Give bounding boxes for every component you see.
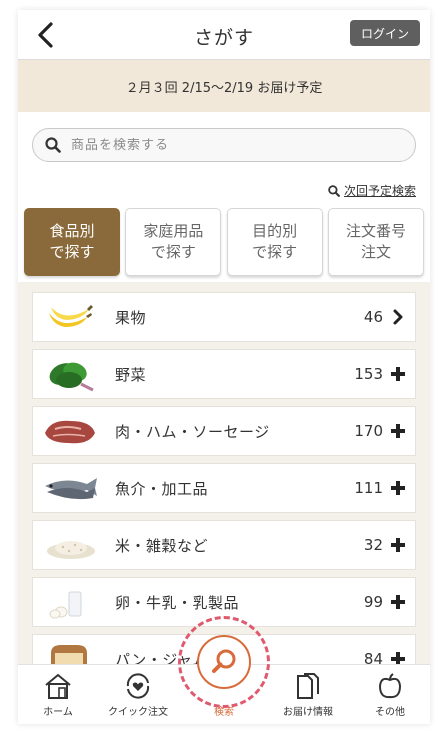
plus-icon [389, 422, 407, 440]
category-count: 99 [363, 593, 383, 611]
tab-other[interactable]: その他 [350, 665, 430, 724]
category-name: 肉・ハム・ソーセージ [115, 422, 270, 441]
search-fab-button[interactable] [178, 616, 270, 708]
tab-label: お届け情報 [283, 707, 333, 718]
category-row-seafood[interactable]: 魚介・加工品 111 [32, 463, 416, 513]
search-mode-tabs: 食品別 で探す 家庭用品 で探す 目的別 で探す 注文番号 注文 [24, 208, 424, 278]
tab-food[interactable]: 食品別 で探す [24, 208, 120, 276]
category-count: 111 [354, 479, 383, 497]
banana-icon [41, 297, 99, 337]
milk-egg-icon [41, 582, 99, 622]
tab-label-line2: で探す [150, 243, 196, 261]
category-name: 魚介・加工品 [115, 479, 209, 498]
tab-label-line1: 注文番号 [345, 222, 406, 240]
tab-delivery-info[interactable]: お届け情報 [268, 665, 348, 724]
tab-label-line1: 家庭用品 [143, 222, 204, 240]
home-icon [41, 671, 75, 701]
search-icon [45, 137, 61, 153]
plus-icon [389, 593, 407, 611]
plus-icon [389, 536, 407, 554]
category-count: 170 [354, 422, 383, 440]
next-schedule-search-label: 次回予定検索 [343, 184, 416, 198]
search-section: 次回予定検索 食品別 で探す 家庭用品 で探す 目的別 で探す 注文番号 注文 [18, 112, 430, 282]
tab-label: ホーム [43, 707, 73, 718]
category-name: 野菜 [115, 365, 147, 384]
next-schedule-search-link[interactable]: 次回予定検索 [328, 182, 416, 199]
plus-icon [389, 479, 407, 497]
category-count: 32 [363, 536, 383, 554]
delivery-schedule: ２月３回 2/15〜2/19 お届け予定 [18, 60, 430, 112]
category-row-fruit[interactable]: 果物 46 [32, 292, 416, 342]
login-button[interactable]: ログイン [350, 20, 420, 46]
search-box[interactable] [32, 128, 416, 162]
category-row-vegetables[interactable]: 野菜 153 [32, 349, 416, 399]
fish-icon [41, 468, 99, 508]
tab-label-line1: 目的別 [252, 222, 298, 240]
search-input[interactable] [71, 137, 371, 153]
category-name: 果物 [115, 308, 147, 327]
tab-quick-order[interactable]: クイック注文 [98, 665, 178, 724]
tab-label-line2: で探す [252, 243, 298, 261]
tab-label: クイック注文 [108, 707, 168, 718]
tab-label: その他 [375, 707, 405, 718]
tab-purpose[interactable]: 目的別 で探す [226, 208, 323, 276]
category-count: 153 [354, 365, 383, 383]
spinach-icon [41, 354, 99, 394]
tab-household[interactable]: 家庭用品 で探す [125, 208, 222, 276]
category-row-rice[interactable]: 米・雑穀など 32 [32, 520, 416, 570]
quick-order-icon [121, 671, 155, 701]
app-screen: さがす ログイン ２月３回 2/15〜2/19 お届け予定 次回予定検索 食品別… [18, 10, 430, 724]
tab-order-number[interactable]: 注文番号 注文 [327, 208, 424, 276]
tab-home[interactable]: ホーム [18, 665, 98, 724]
meat-icon [41, 411, 99, 451]
plus-icon [389, 365, 407, 383]
tab-label-line1: 食品別 [49, 222, 95, 240]
rice-icon [41, 525, 99, 565]
document-icon [291, 671, 325, 701]
search-icon [212, 649, 236, 673]
apple-icon [373, 671, 407, 701]
chevron-right-icon [389, 308, 407, 326]
search-icon [328, 184, 340, 197]
header: さがす ログイン [18, 10, 430, 60]
category-row-meat[interactable]: 肉・ハム・ソーセージ 170 [32, 406, 416, 456]
category-name: 卵・牛乳・乳製品 [115, 593, 240, 612]
tab-label-line2: 注文 [360, 243, 391, 261]
category-name: 米・雑穀など [115, 536, 209, 555]
category-count: 46 [363, 308, 383, 326]
tab-label-line2: で探す [49, 243, 95, 261]
